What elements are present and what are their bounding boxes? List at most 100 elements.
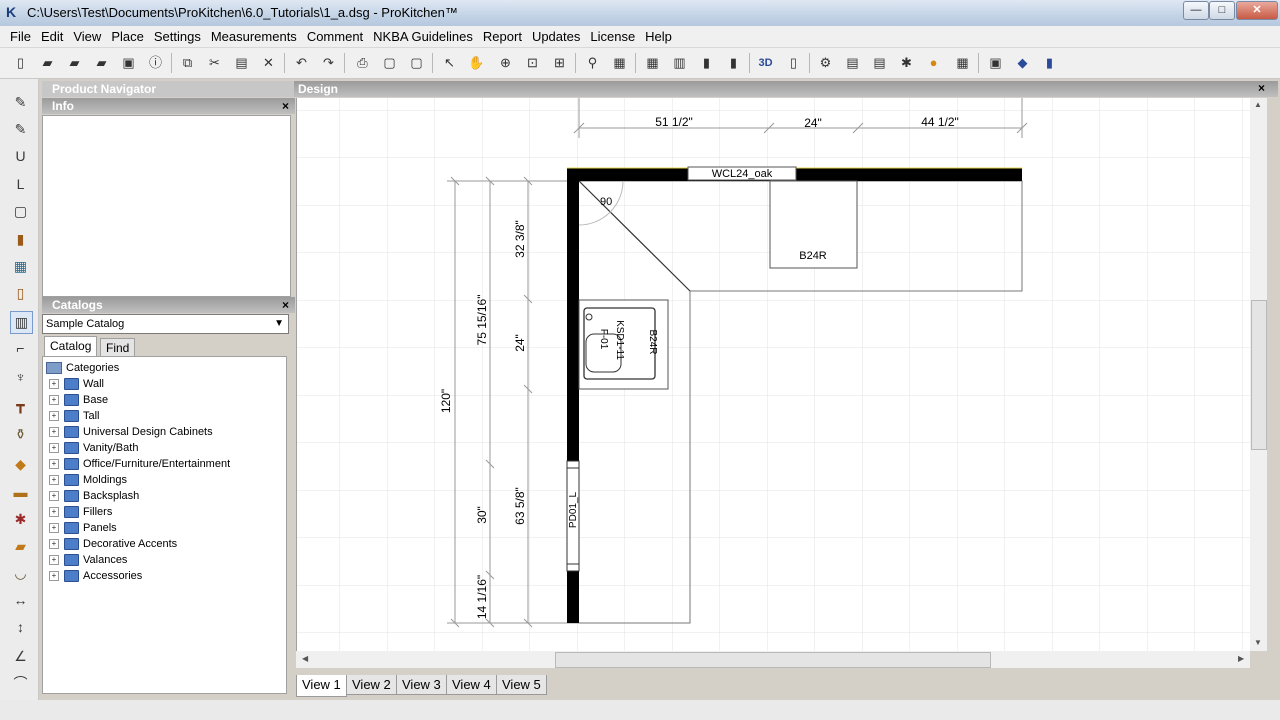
tree-item-moldings[interactable]: + Moldings: [49, 472, 127, 488]
door-icon[interactable]: ▮: [10, 229, 31, 250]
copy-icon[interactable]: ⧉: [178, 54, 197, 72]
tab-view-2[interactable]: View 2: [346, 675, 397, 695]
elevation-icon[interactable]: ▥: [670, 54, 689, 72]
menu-comment[interactable]: Comment: [302, 26, 368, 47]
expand-icon[interactable]: +: [49, 379, 59, 390]
menu-settings[interactable]: Settings: [149, 26, 206, 47]
open-folder-icon[interactable]: ▰: [65, 54, 84, 72]
tree-item-vanity-bath[interactable]: + Vanity/Bath: [49, 440, 138, 456]
zoom-in-icon[interactable]: ⊕: [496, 54, 515, 72]
tree-item-office[interactable]: + Office/Furniture/Entertainment: [49, 456, 230, 472]
tree-item-tall[interactable]: + Tall: [49, 408, 100, 424]
expand-icon[interactable]: +: [49, 459, 59, 470]
vase-icon[interactable]: ⚱: [10, 424, 31, 445]
menu-nkba-guidelines[interactable]: NKBA Guidelines: [368, 26, 478, 47]
render-icon[interactable]: ⚙: [816, 54, 835, 72]
faucet-icon[interactable]: ⌐: [10, 338, 31, 359]
tile-icon[interactable]: ✱: [10, 509, 31, 530]
expand-icon[interactable]: +: [49, 427, 59, 438]
catalog-icon[interactable]: ▮: [724, 54, 743, 72]
arc-icon[interactable]: ⌒: [10, 673, 31, 694]
manual-icon[interactable]: ▮: [1040, 54, 1059, 72]
tree-item-decorative-accents[interactable]: + Decorative Accents: [49, 536, 177, 552]
list-icon[interactable]: ▤: [870, 54, 889, 72]
maximize-button[interactable]: □: [1209, 1, 1235, 20]
cut-icon[interactable]: ✂: [205, 54, 224, 72]
delete-icon[interactable]: ✕: [259, 54, 278, 72]
properties-icon[interactable]: ▦: [610, 54, 629, 72]
table-icon[interactable]: ┳: [10, 395, 31, 416]
zoom-window-icon[interactable]: ⊡: [523, 54, 542, 72]
lighting-icon[interactable]: ♆: [10, 367, 31, 388]
room-icon[interactable]: ▢: [10, 201, 31, 222]
dimension-h-icon[interactable]: ↔: [10, 590, 31, 611]
grid-icon[interactable]: ▦: [643, 54, 662, 72]
menu-updates[interactable]: Updates: [527, 26, 585, 47]
save-icon[interactable]: ▣: [119, 54, 138, 72]
wall-edit-icon[interactable]: ✎: [10, 119, 31, 140]
bowl-icon[interactable]: ◡: [10, 563, 31, 584]
expand-icon[interactable]: +: [49, 539, 59, 550]
u-shape-icon[interactable]: U: [10, 146, 31, 167]
expand-icon[interactable]: +: [49, 443, 59, 454]
menu-help[interactable]: Help: [640, 26, 677, 47]
tree-root[interactable]: Categories: [46, 360, 119, 376]
countertop-icon[interactable]: ▰: [10, 536, 31, 557]
cabinet-tool-icon[interactable]: ▥: [10, 311, 33, 334]
wall-draw-icon[interactable]: ✎: [10, 92, 31, 113]
info-close-button[interactable]: ×: [282, 98, 289, 114]
report-icon[interactable]: ▤: [843, 54, 862, 72]
menu-place[interactable]: Place: [106, 26, 149, 47]
catalogs-close-button[interactable]: ×: [282, 297, 289, 313]
tree-item-panels[interactable]: + Panels: [49, 520, 117, 536]
tree-item-base[interactable]: + Base: [49, 392, 108, 408]
scroll-down-icon[interactable]: ▼: [1254, 638, 1262, 647]
expand-icon[interactable]: +: [49, 411, 59, 422]
expand-icon[interactable]: +: [49, 523, 59, 534]
redo-icon[interactable]: ↷: [319, 54, 338, 72]
catalog-select[interactable]: Sample Catalog ▼: [42, 314, 289, 334]
settings-icon[interactable]: ✱: [897, 54, 916, 72]
expand-icon[interactable]: +: [49, 571, 59, 582]
design-close-button[interactable]: ×: [1258, 81, 1265, 95]
tree-item-valances[interactable]: + Valances: [49, 552, 127, 568]
expand-icon[interactable]: +: [49, 507, 59, 518]
menu-edit[interactable]: Edit: [36, 26, 68, 47]
molding-icon[interactable]: ▬: [10, 482, 31, 503]
tab-view-1[interactable]: View 1: [296, 675, 347, 697]
menu-view[interactable]: View: [68, 26, 106, 47]
dimension-v-icon[interactable]: ↕: [10, 617, 31, 638]
minimize-button[interactable]: —: [1183, 1, 1209, 20]
new-icon[interactable]: ▯: [11, 54, 30, 72]
quote-icon[interactable]: ▦: [953, 54, 972, 72]
menu-file[interactable]: File: [5, 26, 36, 47]
material-icon[interactable]: ●: [924, 54, 943, 72]
tall-door-icon[interactable]: ▯: [10, 283, 31, 304]
tab-find[interactable]: Find: [100, 338, 136, 357]
export-icon[interactable]: ▣: [986, 54, 1005, 72]
open-alt-icon[interactable]: ▰: [92, 54, 111, 72]
tree-item-fillers[interactable]: + Fillers: [49, 504, 112, 520]
pan-icon[interactable]: ✋: [467, 54, 486, 72]
tree-item-universal-design[interactable]: + Universal Design Cabinets: [49, 424, 213, 440]
tab-view-3[interactable]: View 3: [396, 675, 447, 695]
find-icon[interactable]: ⚲: [583, 54, 602, 72]
box-icon[interactable]: ◆: [10, 454, 31, 475]
3d-icon[interactable]: 3D: [756, 54, 775, 72]
tree-item-accessories[interactable]: + Accessories: [49, 568, 142, 584]
select-icon[interactable]: ↖: [440, 54, 459, 72]
scroll-up-icon[interactable]: ▲: [1254, 100, 1262, 109]
open-icon[interactable]: ▰: [38, 54, 57, 72]
scroll-left-icon[interactable]: ◀: [302, 654, 308, 663]
paste-icon[interactable]: ▤: [232, 54, 251, 72]
expand-icon[interactable]: +: [49, 555, 59, 566]
print-icon[interactable]: ⎙: [353, 54, 372, 72]
menu-license[interactable]: License: [585, 26, 640, 47]
expand-icon[interactable]: +: [49, 395, 59, 406]
zoom-fit-icon[interactable]: ⊞: [550, 54, 569, 72]
plan-view-icon[interactable]: ▯: [784, 54, 803, 72]
tab-view-4[interactable]: View 4: [446, 675, 497, 695]
tree-item-wall[interactable]: + Wall: [49, 376, 104, 392]
angle-dimension-icon[interactable]: ∠: [10, 646, 31, 667]
l-shape-icon[interactable]: L: [10, 174, 31, 195]
